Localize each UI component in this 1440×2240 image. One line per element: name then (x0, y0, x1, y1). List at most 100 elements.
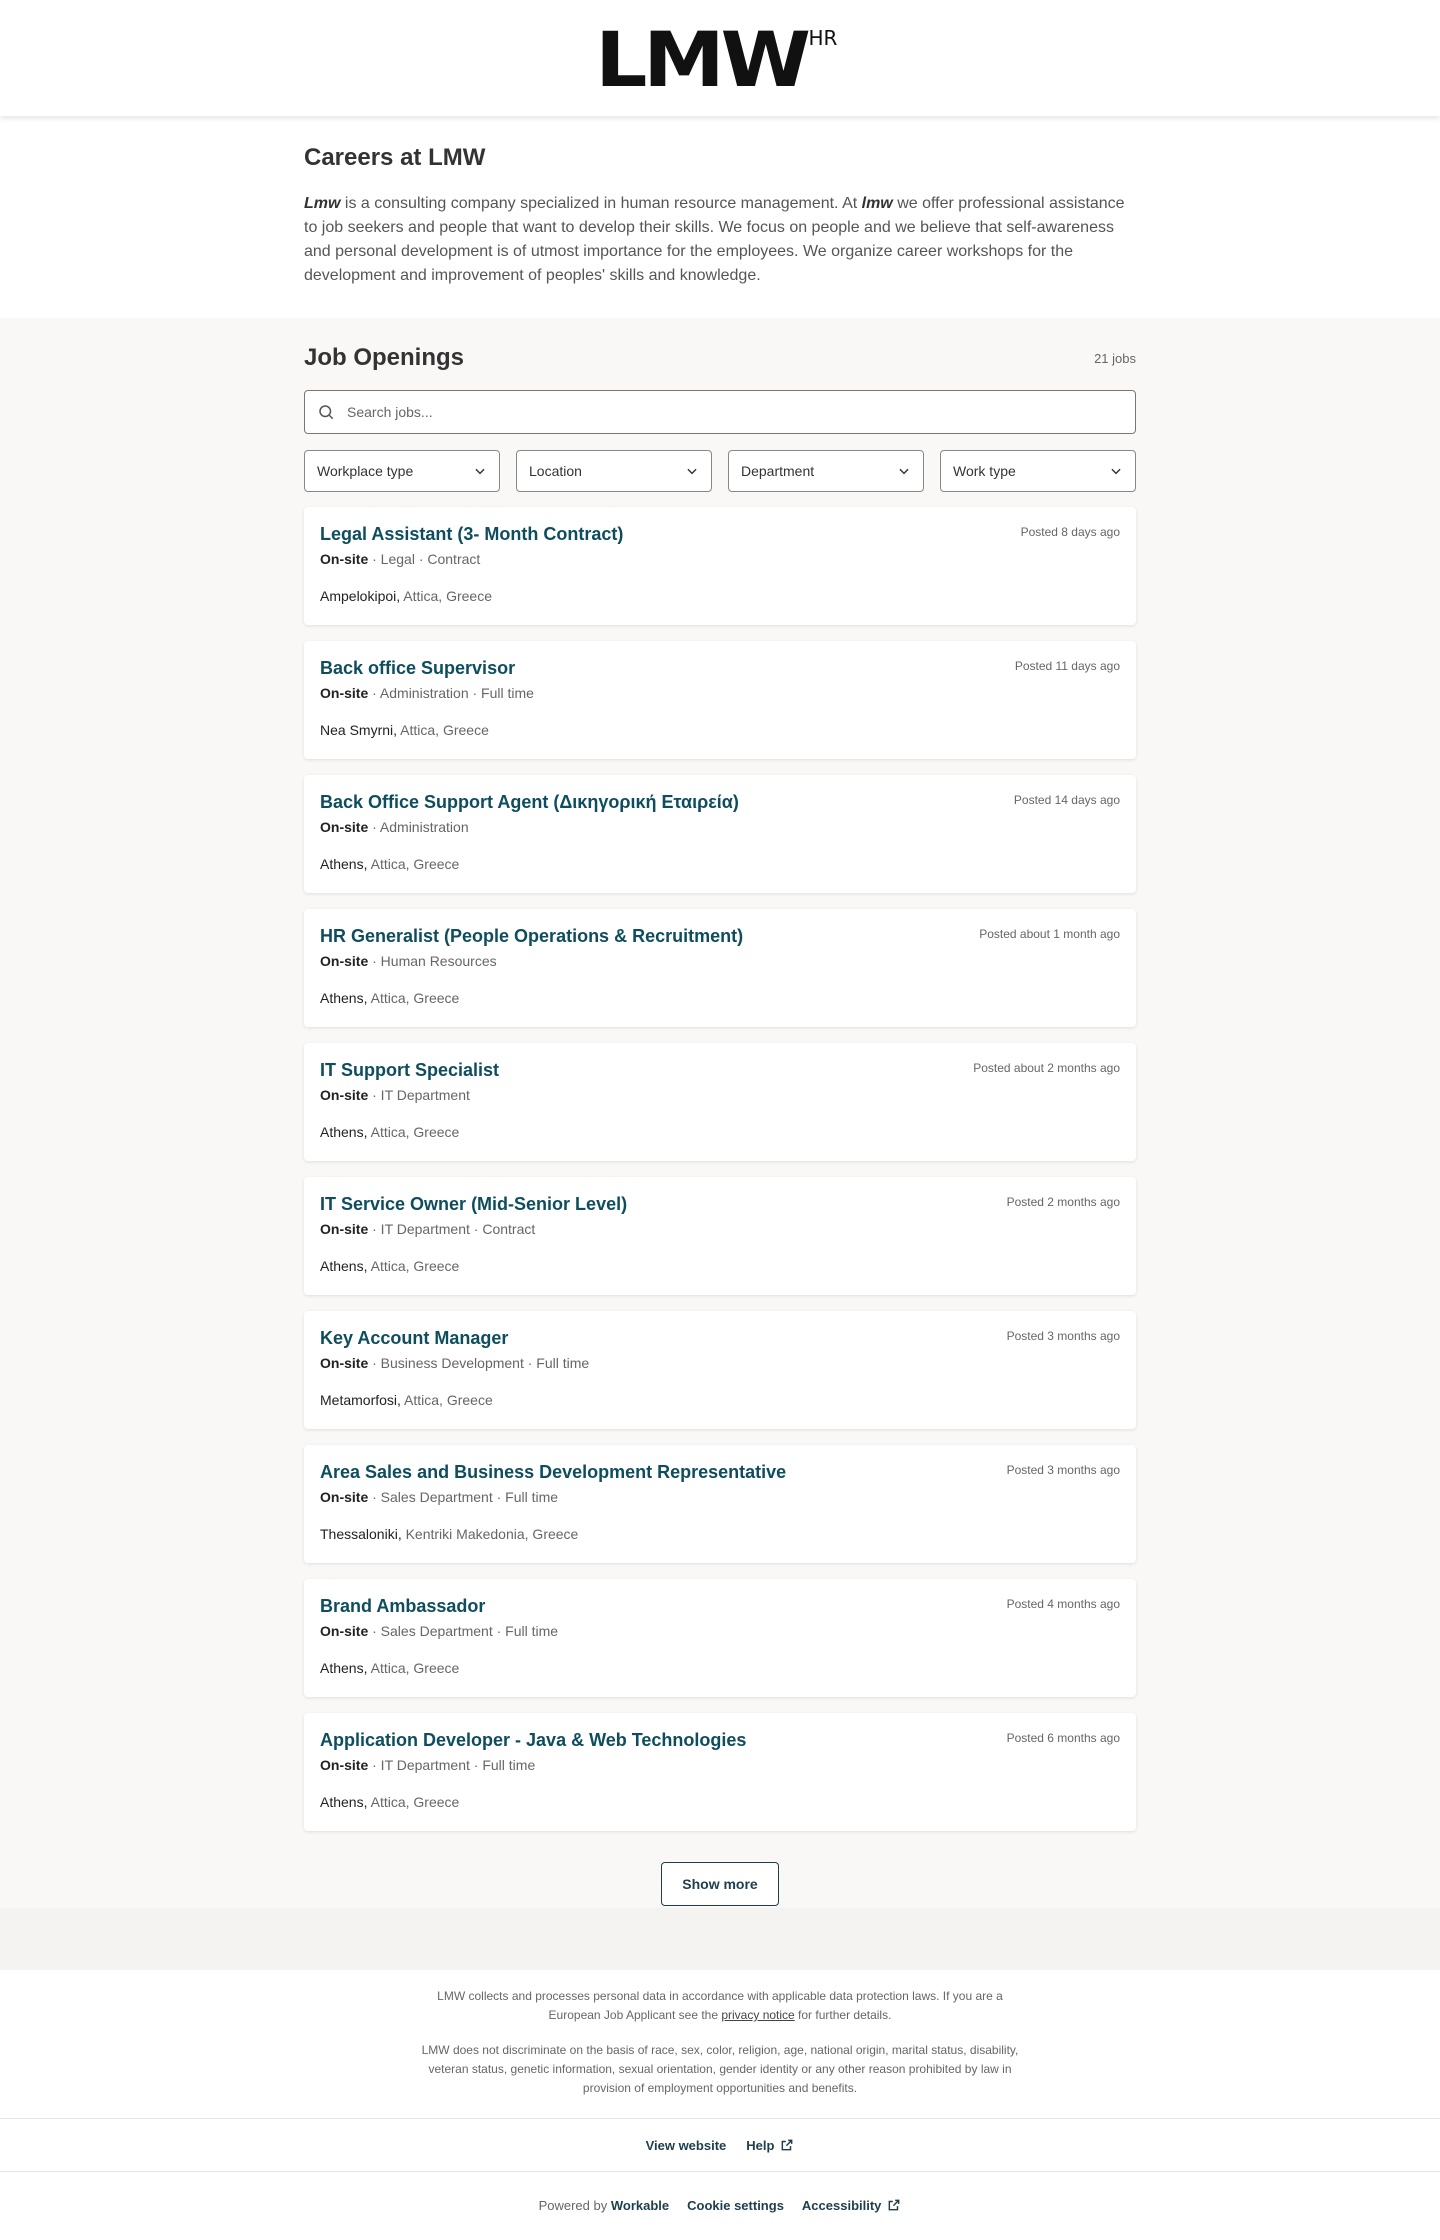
job-card[interactable]: Key Account Manager Posted 3 months ago … (304, 1311, 1136, 1429)
job-workplace: On-site (320, 685, 369, 701)
job-workplace: On-site (320, 1489, 369, 1505)
help-link[interactable]: Help (746, 2138, 794, 2153)
job-meta: On-site · Administration (320, 818, 1120, 836)
job-meta: On-site · Human Resources (320, 952, 1120, 970)
job-posted-date: Posted about 2 months ago (973, 1061, 1120, 1075)
job-location: Thessaloniki, Kentriki Makedonia, Greece (320, 1525, 1120, 1543)
job-department-type: · Human Resources (368, 953, 497, 969)
company-name: lmw (861, 195, 893, 212)
job-openings-title: Job Openings (304, 344, 465, 371)
job-location: Ampelokipoi, Attica, Greece (320, 587, 1120, 605)
job-title-link[interactable]: Application Developer - Java & Web Techn… (320, 1729, 1120, 1751)
job-region: Attica, Greece (367, 990, 460, 1006)
job-posted-date: Posted 2 months ago (1006, 1195, 1120, 1209)
job-card[interactable]: IT Service Owner (Mid-Senior Level) Post… (304, 1177, 1136, 1295)
logo-superscript: HR (808, 26, 838, 50)
job-card[interactable]: HR Generalist (People Operations & Recru… (304, 909, 1136, 1027)
filter-work-type[interactable]: Work type (940, 450, 1136, 492)
page-title: Careers at LMW (304, 144, 486, 171)
job-title-link[interactable]: Back Office Support Agent (Δικηγορική Ετ… (320, 791, 1120, 813)
privacy-notice-link[interactable]: privacy notice (721, 2008, 794, 2022)
section-divider-band (0, 1908, 1440, 1970)
search-box[interactable] (304, 390, 1136, 434)
job-meta: On-site · IT Department (320, 1086, 1120, 1104)
job-card[interactable]: Area Sales and Business Development Repr… (304, 1445, 1136, 1563)
job-card[interactable]: Application Developer - Java & Web Techn… (304, 1713, 1136, 1831)
job-card[interactable]: IT Support Specialist Posted about 2 mon… (304, 1043, 1136, 1161)
job-title-link[interactable]: Brand Ambassador (320, 1595, 1120, 1617)
filter-label: Department (741, 463, 815, 479)
job-meta: On-site · IT Department · Contract (320, 1220, 1120, 1238)
job-location: Metamorfosi, Attica, Greece (320, 1391, 1120, 1409)
workable-brand[interactable]: Workable (611, 2198, 669, 2213)
job-title-link[interactable]: Legal Assistant (3- Month Contract) (320, 523, 1120, 545)
job-region: Attica, Greece (367, 856, 460, 872)
chevron-down-icon (1111, 468, 1121, 475)
job-title-link[interactable]: Area Sales and Business Development Repr… (320, 1461, 1120, 1483)
job-region: Attica, Greece (367, 1124, 460, 1140)
job-region: Attica, Greece (367, 1660, 460, 1676)
job-department-type: · IT Department (368, 1087, 470, 1103)
job-city: Athens, (320, 1258, 368, 1274)
external-link-icon (782, 2139, 793, 2151)
job-region: Attica, Greece (397, 722, 489, 738)
job-location: Athens, Attica, Greece (320, 855, 1120, 873)
search-icon (319, 405, 334, 420)
job-meta: On-site · IT Department · Full time (320, 1756, 1120, 1774)
filter-workplace-type[interactable]: Workplace type (304, 450, 500, 492)
job-location: Athens, Attica, Greece (320, 1123, 1120, 1141)
accessibility-link[interactable]: Accessibility (802, 2198, 902, 2213)
filter-department[interactable]: Department (728, 450, 924, 492)
footer-notice: LMW collects and processes personal data… (0, 1970, 1440, 2118)
show-more-container: Show more (304, 1847, 1136, 1906)
job-city: Athens, (320, 990, 368, 1006)
job-card[interactable]: Back Office Support Agent (Δικηγορική Ετ… (304, 775, 1136, 893)
job-city: Thessaloniki, (320, 1526, 402, 1542)
job-department-type: · Business Development · Full time (368, 1355, 590, 1371)
intro-section: Careers at LMW Lmw is a consulting compa… (304, 116, 1136, 318)
help-link-label: Help (746, 2137, 775, 2153)
job-title-link[interactable]: Key Account Manager (320, 1327, 1120, 1349)
job-location: Athens, Attica, Greece (320, 1659, 1120, 1677)
job-card[interactable]: Brand Ambassador Posted 4 months ago On-… (304, 1579, 1136, 1697)
job-region: Kentriki Makedonia, Greece (401, 1526, 579, 1542)
filter-label: Location (529, 463, 582, 479)
job-city: Nea Smyrni, (320, 722, 398, 738)
job-card[interactable]: Back office Supervisor Posted 11 days ag… (304, 641, 1136, 759)
job-title-link[interactable]: IT Service Owner (Mid-Senior Level) (320, 1193, 1120, 1215)
job-city: Metamorfosi, (320, 1392, 401, 1408)
job-workplace: On-site (320, 953, 369, 969)
job-meta: On-site · Legal · Contract (320, 550, 1120, 568)
filter-location[interactable]: Location (516, 450, 712, 492)
job-department-type: · IT Department · Full time (368, 1757, 536, 1773)
job-city: Ampelokipoi, (320, 588, 401, 604)
job-posted-date: Posted 3 months ago (1006, 1463, 1120, 1477)
logo-text: LMW (594, 15, 811, 104)
job-workplace: On-site (320, 1355, 369, 1371)
company-logo[interactable]: LMW HR (595, 22, 838, 98)
job-department-type: · IT Department · Contract (368, 1221, 536, 1237)
chevron-down-icon (475, 468, 485, 475)
cookie-settings-link[interactable]: Cookie settings (687, 2198, 784, 2213)
show-more-button[interactable]: Show more (661, 1862, 779, 1906)
job-region: Attica, Greece (400, 588, 492, 604)
privacy-text: for further details. (794, 2008, 892, 2022)
site-header: LMW HR (0, 0, 1440, 116)
job-location: Nea Smyrni, Attica, Greece (320, 721, 1120, 739)
search-input[interactable] (347, 404, 1135, 420)
job-card[interactable]: Legal Assistant (3- Month Contract) Post… (304, 507, 1136, 625)
jobs-count: 21 jobs (1094, 350, 1136, 366)
powered-by-label: Powered by (538, 2197, 611, 2213)
job-posted-date: Posted 6 months ago (1006, 1731, 1120, 1745)
job-title-link[interactable]: Back office Supervisor (320, 657, 1120, 679)
job-workplace: On-site (320, 819, 369, 835)
job-location: Athens, Attica, Greece (320, 989, 1120, 1007)
intro-description: Lmw is a consulting company specialized … (304, 192, 1136, 288)
job-posted-date: Posted 8 days ago (1020, 525, 1120, 539)
job-department-type: · Administration (368, 819, 469, 835)
chevron-down-icon (899, 468, 909, 475)
job-workplace: On-site (320, 1623, 369, 1639)
job-list: Legal Assistant (3- Month Contract) Post… (304, 507, 1136, 1831)
view-website-link[interactable]: View website (646, 2138, 727, 2153)
job-city: Athens, (320, 1124, 368, 1140)
